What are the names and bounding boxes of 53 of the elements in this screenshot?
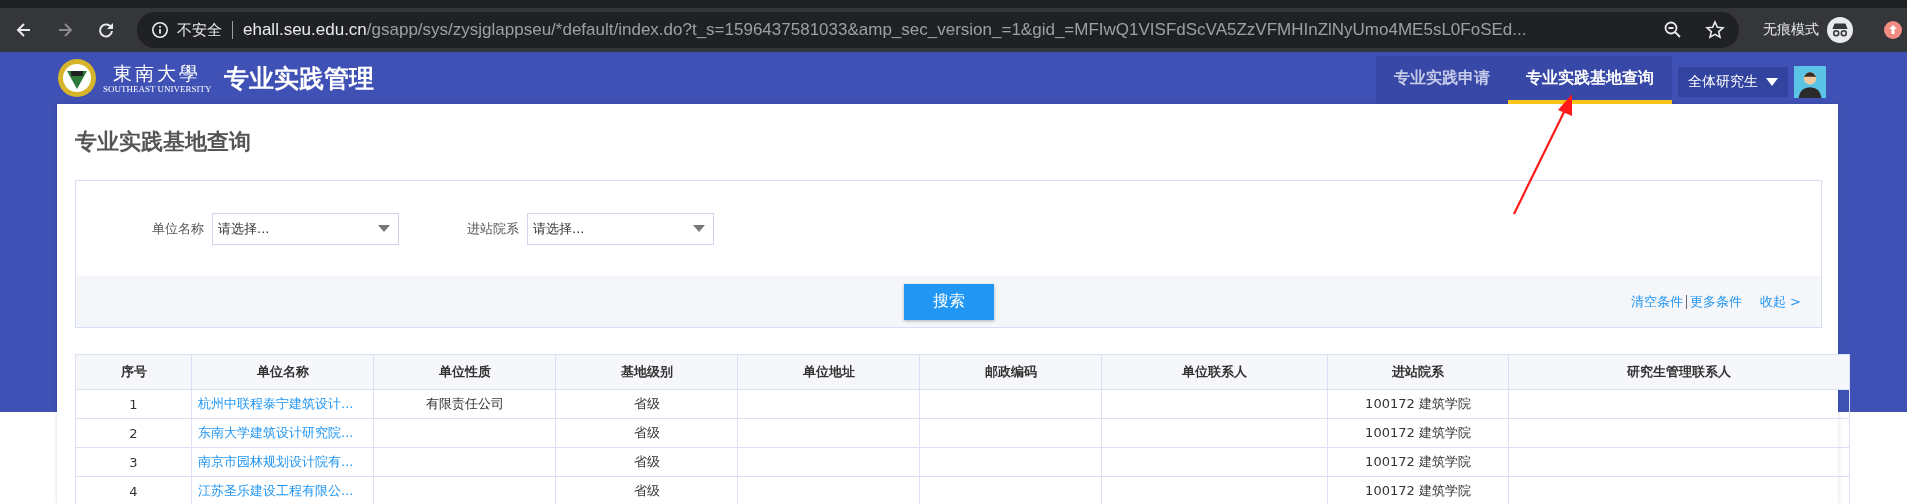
select-field[interactable]: 请选择... [527, 212, 714, 245]
page-title: 专业实践基地查询 [75, 128, 251, 156]
table-link[interactable]: 东南大学建筑设计研究院... [191, 418, 374, 448]
university-subname: SOUTHEAST UNIVERSITY [103, 84, 212, 94]
nav-tab[interactable]: 专业实践申请 [1376, 56, 1508, 104]
address-bar[interactable]: 不安全 ehall.seu.edu.cn/gsapp/sys/zysjglappseu/*default/index.do?t_s=1596437581033&amp_sec_version_=1&gid_=MFIwQ1VISFdScVA5ZzVFMHInZlNyUmo4ME5sL0FoSEd... [137, 12, 1739, 48]
info-icon[interactable] [151, 21, 169, 39]
table-cell: 省级 [555, 418, 738, 448]
column-header: 进站院系 [1327, 354, 1509, 390]
role-dropdown[interactable]: 全体研究生 [1678, 67, 1788, 97]
university-name: 東南大學 [113, 62, 202, 84]
app-title: 专业实践管理 [223, 62, 374, 95]
filter-label: 单位名称 [152, 219, 204, 238]
column-header: 研究生管理联系人 [1508, 354, 1850, 390]
table-cell: 100172 建筑学院 [1327, 418, 1509, 448]
url-text: ehall.seu.edu.cn/gsapp/sys/zysjglappseu/*default/index.do?t_s=1596437581033&amp_sec_version_=1&gid_=MFIwQ1VISFdScVA5ZzVFMHInZlNyUmo4ME5sL0FoSEd... [243, 20, 1528, 40]
link[interactable]: 收起 > [1759, 292, 1801, 311]
table-cell: 省级 [555, 389, 738, 419]
table-cell: 4 [75, 476, 192, 504]
search-button[interactable]: 搜索 [903, 283, 994, 320]
table-cell: 100172 建筑学院 [1327, 389, 1509, 419]
incognito-label: 无痕模式 [1763, 21, 1819, 39]
table-link[interactable]: 杭州中联程泰宁建筑设计... [191, 389, 374, 419]
column-header: 单位名称 [191, 354, 374, 390]
table-cell: 100172 建筑学院 [1327, 447, 1509, 477]
star-icon[interactable] [1705, 20, 1725, 40]
table-cell: 2 [75, 418, 192, 448]
caret-icon [378, 225, 390, 232]
zoom-out-icon[interactable] [1663, 20, 1683, 40]
link-divider [1685, 294, 1687, 309]
reload-icon[interactable] [96, 20, 116, 40]
university-emblem-icon [57, 58, 97, 98]
column-header: 单位性质 [373, 354, 556, 390]
select-field[interactable]: 请选择... [212, 212, 399, 245]
caret-icon [1766, 78, 1778, 86]
avatar-icon[interactable] [1794, 66, 1826, 98]
table-link[interactable]: 南京市园林规划设计院有... [191, 447, 374, 477]
link[interactable]: 更多条件 [1689, 292, 1742, 311]
column-header: 单位联系人 [1101, 354, 1328, 390]
column-header: 基地级别 [555, 354, 738, 390]
link[interactable]: 清空条件 [1630, 292, 1683, 311]
filter-label: 进站院系 [467, 219, 519, 238]
caret-icon [693, 225, 705, 232]
column-header: 序号 [75, 354, 192, 390]
table-cell: 1 [75, 389, 192, 419]
update-icon[interactable] [1883, 20, 1903, 40]
column-header: 邮政编码 [919, 354, 1102, 390]
column-header: 单位地址 [737, 354, 920, 390]
table-cell: 省级 [555, 447, 738, 477]
incognito-icon[interactable] [1827, 17, 1853, 43]
security-label: 不安全 [177, 20, 222, 40]
table-cell: 3 [75, 447, 192, 477]
table-cell: 有限责任公司 [373, 389, 556, 419]
